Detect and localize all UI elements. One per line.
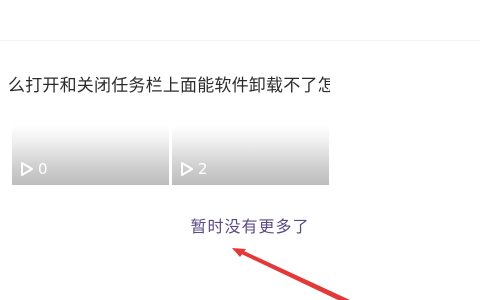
annotation-arrow <box>232 248 350 300</box>
annotation-arrow-shaft <box>233 250 350 300</box>
feed-page: 么打开和关闭任务栏上面能软件卸载不了怎么办 0 2 暂时没有更多了 <box>0 0 480 300</box>
